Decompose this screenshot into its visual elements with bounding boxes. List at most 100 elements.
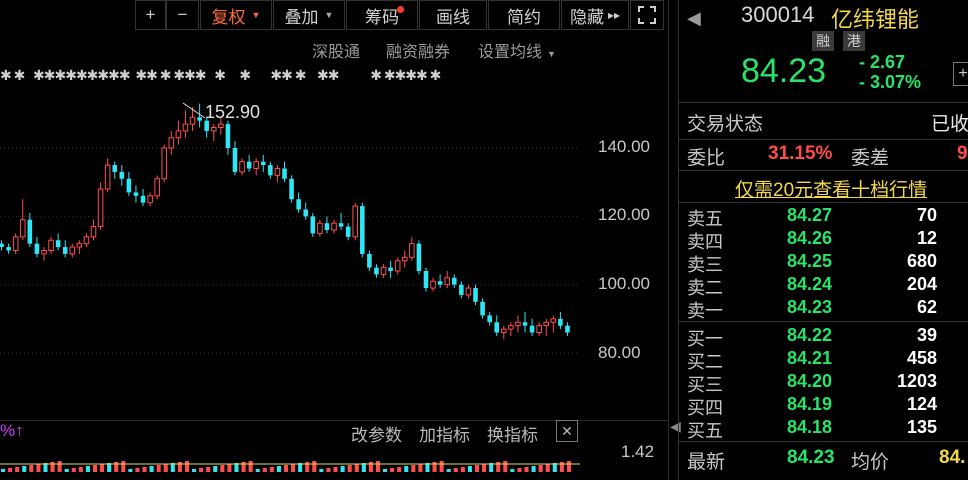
indicator-bar (36, 464, 41, 472)
candle (374, 264, 379, 278)
candle (423, 267, 429, 292)
candle-body (112, 165, 118, 172)
jianyue-button[interactable]: 简约 (488, 0, 560, 30)
candle-body (104, 164, 111, 190)
candle (274, 165, 281, 183)
sell-row-5[interactable]: 卖一 84.23 62 (687, 297, 968, 321)
candle-body (19, 219, 26, 238)
candle-body (210, 127, 217, 132)
indicator-bar (347, 465, 352, 472)
fullscreen-button[interactable] (630, 0, 664, 30)
candle (324, 216, 330, 234)
sell-row-2[interactable]: 卖四 84.26 12 (687, 228, 968, 252)
buy-row-5[interactable]: 买五 84.18 135 (687, 417, 968, 441)
candle (310, 212, 316, 237)
candle (239, 158, 245, 176)
gaicanshu-button[interactable]: 改参数 (351, 421, 402, 446)
indicator-bar (474, 465, 480, 472)
candle-body (175, 130, 182, 139)
sell-volume: 70 (916, 205, 937, 225)
indicator-bar (269, 467, 274, 472)
indicator-bar (397, 467, 402, 472)
buy-row-1[interactable]: 买一 84.22 39 (687, 325, 968, 349)
indicator-bar (206, 467, 211, 472)
sell-row-4[interactable]: 卖二 84.24 204 (687, 274, 968, 298)
indicator-bar (524, 467, 529, 472)
indicator-bar (439, 461, 444, 472)
indicator-bar (510, 469, 515, 472)
fuquan-dropdown[interactable]: 复权 ▼ (200, 0, 272, 30)
add-watchlist-button[interactable]: + (953, 62, 968, 86)
shengutong-link[interactable]: 深股通 (312, 38, 360, 62)
candle-body (494, 322, 500, 333)
indicator-bar (291, 464, 296, 472)
avg-value: 84. (939, 447, 966, 468)
candle-body (62, 247, 68, 254)
candle (352, 202, 359, 241)
huanzhibiao-button[interactable]: 换指标 (487, 421, 538, 446)
candle (147, 192, 153, 207)
candle-body (133, 192, 139, 196)
candle (522, 312, 528, 333)
diejia-dropdown[interactable]: 叠加 ▼ (273, 0, 345, 30)
close-indicator-button[interactable]: ✕ (556, 420, 578, 442)
candle-body (437, 281, 443, 285)
indicator-bar (22, 466, 27, 472)
indicator-bar (517, 468, 522, 472)
sell-volume: 204 (906, 274, 937, 294)
buy-row-3[interactable]: 买三 84.20 1203 (687, 371, 968, 395)
candle-body (444, 277, 450, 286)
candle (529, 318, 535, 336)
zoom-out-button[interactable]: − (166, 0, 199, 30)
jiazhibiao-button[interactable]: 加指标 (419, 421, 470, 446)
candle (76, 240, 83, 254)
yincang-button[interactable]: 隐藏 ▸▸ (561, 0, 629, 30)
rongzi-badge: 融 (812, 31, 834, 51)
indicator-bar (383, 469, 388, 472)
zoom-in-button[interactable]: + (135, 0, 166, 30)
minus-icon: − (177, 5, 188, 24)
peak-arrow (182, 102, 206, 119)
chart-panel-divider (668, 0, 669, 480)
latest-label: 最新 (687, 452, 726, 473)
plus-icon: + (145, 5, 156, 24)
candle-body (317, 222, 323, 234)
buy-price: 84.22 (787, 325, 833, 345)
buy-price: 84.19 (787, 394, 833, 414)
junxian-dropdown[interactable]: 设置均线 ▼ (478, 38, 556, 62)
candle-body (515, 321, 521, 327)
candlestick-chart[interactable] (0, 60, 670, 480)
candle-body (409, 243, 415, 258)
buy-row-2[interactable]: 买二 84.21 458 (687, 348, 968, 372)
buy-volume: 458 (906, 348, 937, 368)
candle (55, 233, 61, 251)
candle (140, 189, 146, 207)
candle-body (529, 325, 535, 333)
fuquan-label: 复权 (211, 7, 246, 27)
candle (112, 161, 118, 179)
indicator-bar (149, 466, 154, 472)
buy-row-4[interactable]: 买四 84.19 124 (687, 394, 968, 418)
sell-price: 84.26 (787, 228, 833, 248)
candle-body (459, 284, 464, 295)
candle-body (480, 301, 485, 316)
back-arrow-icon[interactable]: ◀ (687, 8, 701, 29)
candle-body (253, 161, 259, 169)
indicator-bar (15, 467, 20, 472)
candle-body (401, 256, 408, 262)
promo-link[interactable]: 仅需20元查看十档行情 (735, 175, 927, 202)
rongzi-link[interactable]: 融资融券 (386, 38, 450, 62)
candle-body (374, 267, 379, 275)
status-label: 交易状态 (687, 114, 764, 135)
candle-body (76, 243, 83, 248)
notification-dot (397, 6, 404, 13)
candle (317, 219, 323, 237)
caret-down-icon: ▼ (251, 10, 261, 20)
candle (296, 192, 301, 213)
chouma-button[interactable]: 筹码 (346, 0, 418, 30)
sell-row-3[interactable]: 卖三 84.25 680 (687, 251, 968, 275)
sell-row-1[interactable]: 卖五 84.27 70 (687, 205, 968, 229)
indicator-bar (213, 466, 218, 472)
candle-body (310, 216, 316, 234)
huaxian-button[interactable]: 画线 (419, 0, 487, 30)
